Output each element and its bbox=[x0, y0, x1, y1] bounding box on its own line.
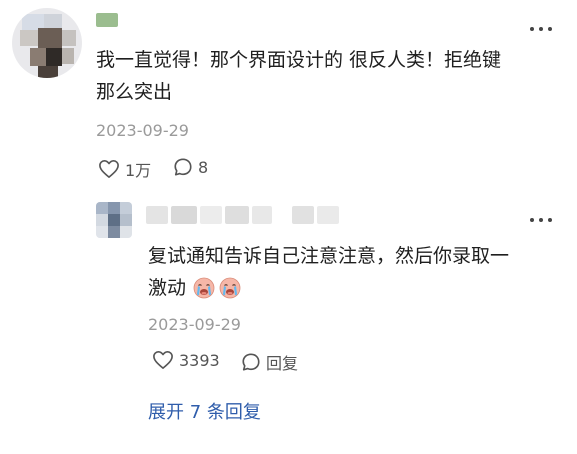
comment-text: 我一直觉得！那个界面设计的 很反人类！拒绝键 那么突出 bbox=[96, 44, 556, 108]
speech-bubble-icon bbox=[174, 158, 192, 176]
comment-date: 2023-09-29 bbox=[96, 121, 189, 140]
reply-like-count: 3393 bbox=[179, 350, 220, 370]
commenter-avatar[interactable] bbox=[12, 8, 82, 78]
speech-bubble-icon bbox=[242, 353, 260, 371]
reply-like-button[interactable]: 3393 bbox=[152, 350, 220, 370]
reply-reply-label: 回复 bbox=[266, 354, 299, 373]
crying-face-icon bbox=[219, 277, 241, 299]
comment-reply-count: 8 bbox=[198, 157, 209, 177]
reply-text-line-2-text: 激动 bbox=[148, 277, 187, 299]
commenter-name[interactable] bbox=[96, 13, 118, 27]
comment-like-button[interactable]: 1万 bbox=[98, 157, 151, 181]
expand-replies-link[interactable]: 展开 7 条回复 bbox=[148, 398, 261, 424]
heart-icon bbox=[99, 160, 119, 178]
reply-text-line-1: 复试通知告诉自己注意注意，然后你录取一 bbox=[148, 245, 510, 267]
reply-date: 2023-09-29 bbox=[148, 315, 241, 334]
comment-reply-button[interactable]: 8 bbox=[173, 157, 208, 177]
reply-text: 复试通知告诉自己注意注意，然后你录取一 激动 bbox=[148, 240, 558, 304]
reply-more-icon[interactable] bbox=[530, 215, 552, 225]
heart-icon bbox=[153, 351, 173, 369]
replier-avatar[interactable] bbox=[96, 202, 132, 238]
reply-text-line-2: 激动 bbox=[148, 272, 558, 304]
comment-like-count: 1万 bbox=[125, 161, 152, 180]
replier-name[interactable] bbox=[146, 206, 339, 224]
reply-reply-button[interactable]: 回复 bbox=[241, 350, 298, 374]
comment-more-icon[interactable] bbox=[530, 24, 552, 34]
comment-text-line-2: 那么突出 bbox=[96, 81, 173, 103]
comment-text-line-1: 我一直觉得！那个界面设计的 很反人类！拒绝键 bbox=[96, 49, 502, 71]
crying-face-icon bbox=[193, 277, 215, 299]
